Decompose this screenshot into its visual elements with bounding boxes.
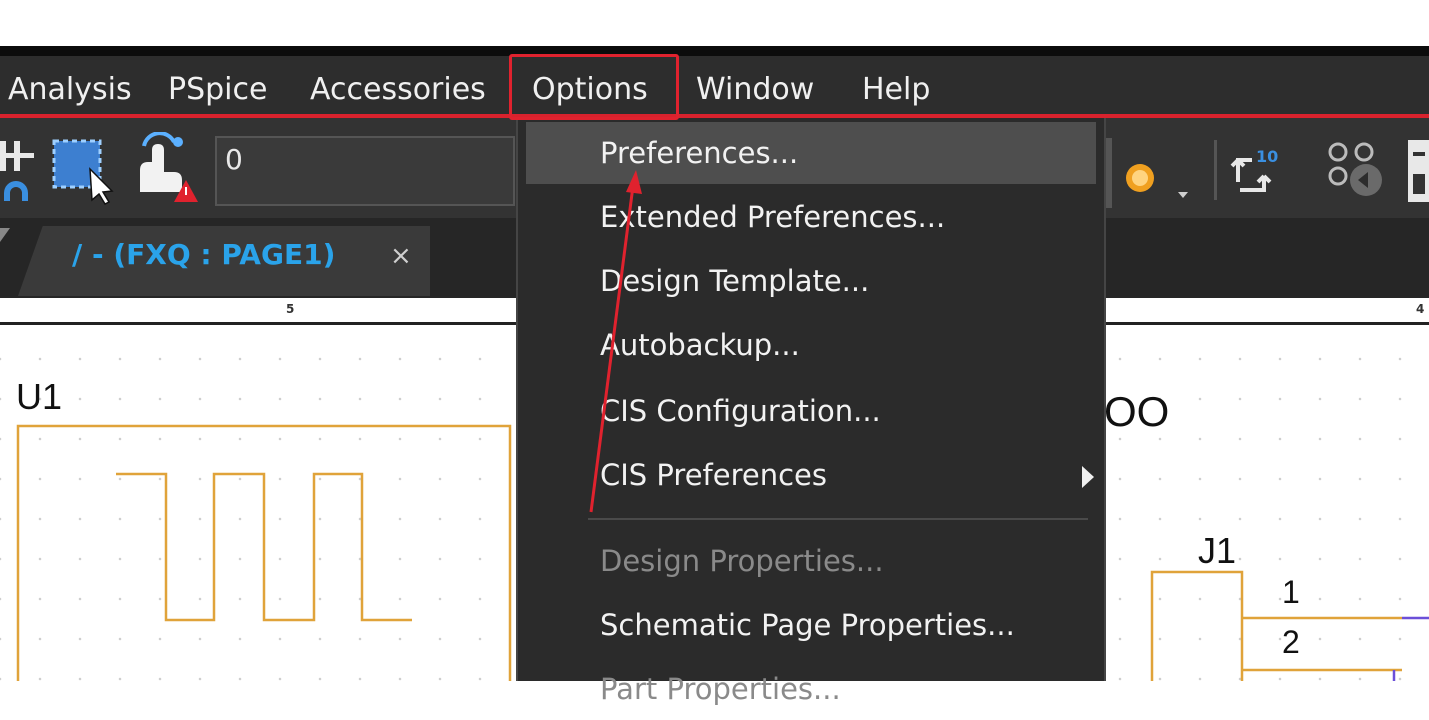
menu-item-preferences[interactable]: Preferences... — [526, 122, 1096, 184]
menu-item-design-properties: Design Properties... — [518, 530, 1108, 592]
menu-item-label: Autobackup... — [600, 328, 800, 362]
tab-close-icon[interactable]: × — [390, 238, 412, 274]
submenu-arrow-icon — [1082, 466, 1094, 488]
menu-item-label: Extended Preferences... — [600, 200, 946, 234]
menu-item-extended-preferences[interactable]: Extended Preferences... — [518, 186, 1108, 248]
menu-item-label: CIS Configuration... — [600, 394, 881, 428]
j1-pin1-number: 1 — [1282, 574, 1300, 610]
menu-item-cis-configuration[interactable]: CIS Configuration... — [518, 380, 1108, 442]
document-icon[interactable] — [1404, 138, 1429, 204]
menu-item-label: CIS Preferences — [600, 458, 827, 492]
menu-separator — [588, 518, 1088, 520]
place-net-icon[interactable] — [0, 135, 46, 205]
menu-item-label: Schematic Page Properties... — [600, 608, 1015, 642]
renumber-badge: 10 — [1256, 147, 1278, 166]
ruler-tick-right: 4 — [1416, 302, 1425, 316]
menu-item-part-properties: Part Properties... — [518, 658, 1108, 720]
menu-accessories[interactable]: Accessories — [310, 72, 486, 108]
menu-item-label: Preferences... — [600, 136, 799, 170]
menu-item-design-template[interactable]: Design Template... — [518, 250, 1108, 312]
menu-item-label: Design Properties... — [600, 544, 884, 578]
menu-help[interactable]: Help — [862, 72, 930, 108]
renumber-icon[interactable]: 10 — [1212, 136, 1292, 206]
undo-place-warning-icon[interactable] — [130, 132, 200, 206]
select-area-icon[interactable] — [48, 135, 120, 205]
j1-pin2-number: 2 — [1282, 624, 1300, 660]
menu-analysis[interactable]: Analysis — [8, 72, 132, 108]
menu-item-label: Part Properties... — [600, 672, 841, 706]
annotation-highlight-box — [509, 54, 679, 120]
partial-part-label: OO — [1104, 388, 1170, 435]
back-annotate-icon[interactable] — [1322, 136, 1392, 206]
ruler-tick-left: 5 — [286, 302, 295, 316]
tab-title[interactable]: / - (FXQ : PAGE1) — [72, 237, 335, 273]
menu-item-schematic-page-properties[interactable]: Schematic Page Properties... — [518, 594, 1108, 656]
menu-item-label: Design Template... — [600, 264, 870, 298]
menu-pspice[interactable]: PSpice — [168, 72, 267, 108]
toolbar-combo-input[interactable]: 0 — [215, 136, 515, 206]
window-top-border — [0, 46, 1429, 56]
zoom-search-icon[interactable] — [1106, 138, 1196, 208]
options-dropdown-menu: Preferences... Extended Preferences... D… — [516, 118, 1108, 706]
menu-item-cis-preferences[interactable]: CIS Preferences — [518, 444, 1108, 506]
screenshot-top-margin — [0, 0, 1429, 46]
menu-window[interactable]: Window — [696, 72, 814, 108]
tab-scroll-icon[interactable] — [0, 228, 14, 248]
part-u1-symbol[interactable] — [0, 320, 520, 681]
menu-item-autobackup[interactable]: Autobackup... — [518, 314, 1108, 376]
